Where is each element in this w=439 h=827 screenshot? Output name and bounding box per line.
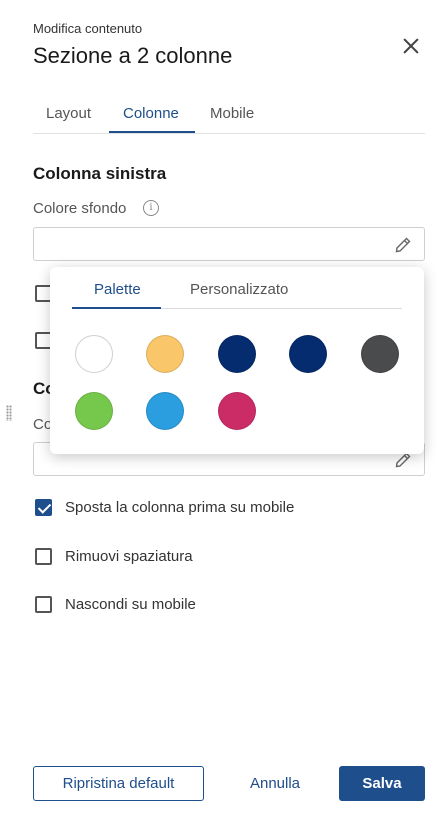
color-swatch[interactable] [361,335,399,373]
tab-bar: Layout Colonne Mobile [33,96,425,134]
section-heading-left-column: Colonna sinistra [33,164,167,183]
tab-mobile[interactable]: Mobile [210,105,254,122]
option-label: Nascondi su mobile [65,595,196,613]
color-picker-popover: Palette Personalizzato [50,267,424,454]
color-picker-tabs: Palette Personalizzato [72,267,402,309]
panel-title: Sezione a 2 colonne [33,43,233,68]
checkbox-move-column[interactable] [35,498,52,516]
tab-layout[interactable]: Layout [46,105,91,122]
option-hide-mobile[interactable]: Nascondi su mobile [35,594,196,614]
close-icon[interactable] [401,36,421,56]
eyedropper-icon[interactable] [394,236,412,254]
color-swatch[interactable] [218,392,256,430]
option-remove-spacing[interactable]: Rimuovi spaziatura [35,546,193,566]
save-button[interactable]: Salva [339,766,425,801]
option-label: Rimuovi spaziatura [65,547,193,565]
tab-palette[interactable]: Palette [94,281,141,298]
active-color-tab-indicator [72,307,161,309]
reset-default-button[interactable]: Ripristina default [33,766,204,801]
color-swatch[interactable] [146,335,184,373]
panel-subtitle: Modifica contenuto [33,21,143,36]
tab-personalizzato[interactable]: Personalizzato [190,281,288,298]
cancel-button[interactable]: Annulla [234,766,316,801]
active-tab-indicator [109,131,195,133]
drag-handle-icon[interactable] [6,405,12,421]
color-swatch[interactable] [146,392,184,430]
bg-color-input-left[interactable] [33,227,425,261]
checkbox-hide-mobile[interactable] [35,595,52,613]
bg-color-label: Colore sfondo [33,200,127,217]
option-move-column[interactable]: Sposta la colonna prima su mobile [35,497,294,517]
tab-colonne[interactable]: Colonne [123,105,179,122]
info-icon[interactable]: i [143,200,159,216]
option-label: Sposta la colonna prima su mobile [65,498,295,516]
color-swatch[interactable] [289,335,327,373]
color-swatch[interactable] [75,392,113,430]
color-swatch[interactable] [75,335,113,373]
checkbox-remove-spacing[interactable] [35,547,52,565]
color-swatch[interactable] [218,335,256,373]
